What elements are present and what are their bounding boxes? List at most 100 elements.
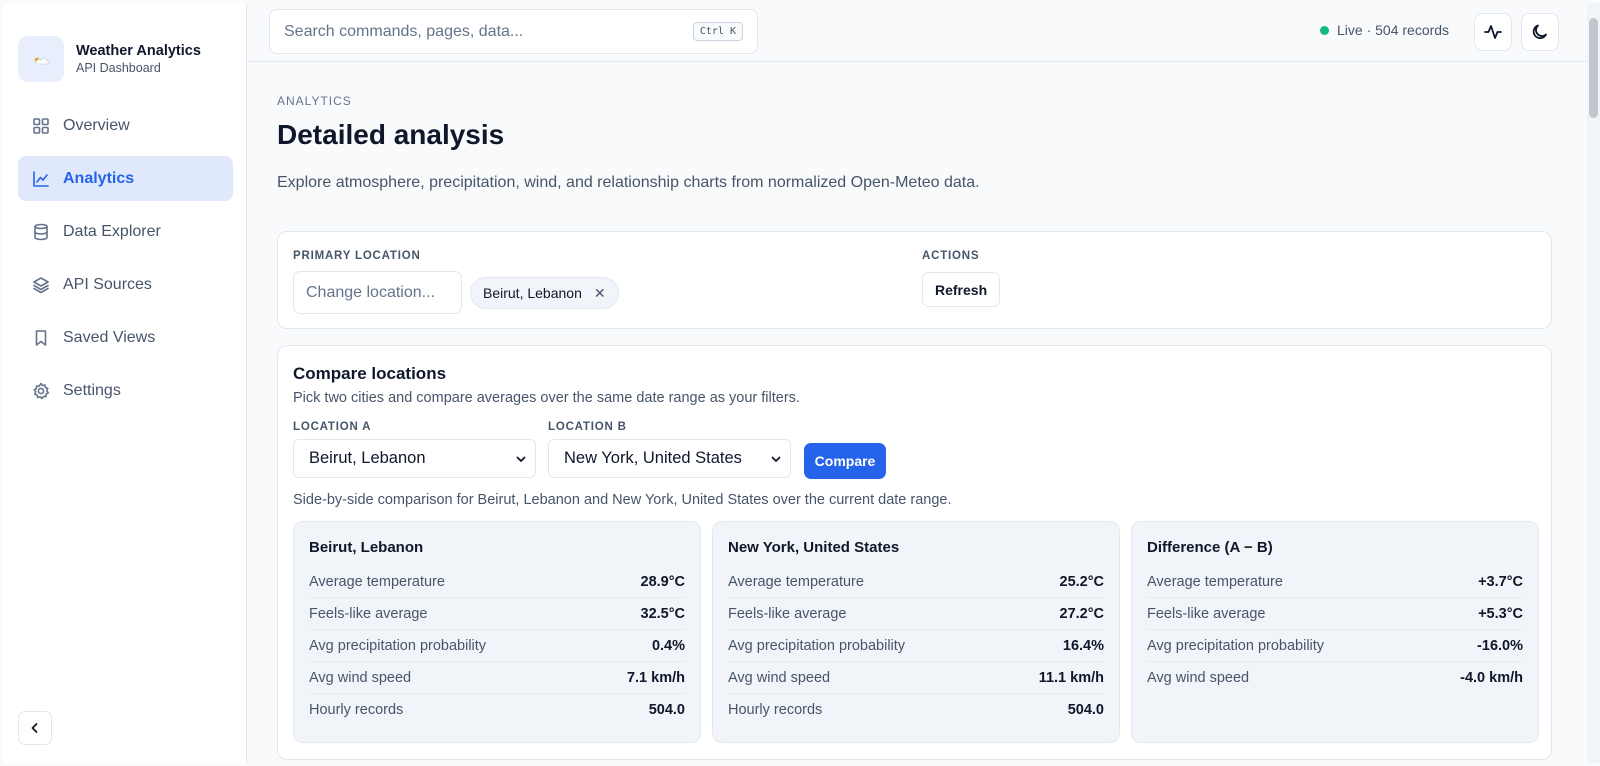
stat-row: Average temperature +3.7°C: [1147, 566, 1523, 598]
page-title: Detailed analysis: [277, 119, 505, 150]
stat-row: Avg precipitation probability 0.4%: [309, 630, 685, 662]
sidebar-item-api-sources[interactable]: API Sources: [18, 262, 233, 307]
sidebar-item-data-explorer[interactable]: Data Explorer: [18, 209, 233, 254]
stat-row: Average temperature 25.2°C: [728, 566, 1104, 598]
sidebar-item-label: Settings: [63, 381, 121, 399]
location-a-value: Beirut, Lebanon: [309, 449, 426, 467]
primary-location-label: PRIMARY LOCATION: [293, 250, 421, 262]
sidebar-item-label: Saved Views: [63, 328, 156, 346]
stat-label: Feels-like average: [728, 605, 847, 622]
stat-value: 28.9°C: [640, 573, 686, 590]
stat-row: Hourly records 504.0: [728, 694, 1104, 726]
stat-card-title: Beirut, Lebanon: [309, 539, 424, 556]
stat-label: Avg wind speed: [728, 669, 831, 686]
activity-button[interactable]: [1474, 13, 1512, 51]
stat-value: 32.5°C: [640, 605, 686, 622]
stat-value: +3.7°C: [1478, 573, 1523, 590]
brand-title: Weather Analytics: [76, 43, 201, 59]
brand-subtitle: API Dashboard: [76, 61, 161, 75]
stat-card-title: New York, United States: [728, 539, 900, 556]
stat-label: Avg precipitation probability: [1147, 637, 1325, 654]
shortcut-hint: Ctrl K: [692, 22, 743, 41]
database-icon: [34, 223, 48, 240]
grid-icon: [33, 117, 49, 134]
stat-value: +5.3°C: [1478, 605, 1523, 622]
stat-row: Avg wind speed 7.1 km/h: [309, 662, 685, 694]
topbar: Search commands, pages, data... Ctrl K L…: [247, 3, 1587, 62]
layers-icon: [33, 276, 49, 293]
location-b-stats: New York, United States Average temperat…: [712, 521, 1120, 743]
sidebar-item-label: Analytics: [63, 169, 135, 187]
stat-label: Hourly records: [309, 702, 404, 718]
location-b-select[interactable]: New York, United States: [548, 439, 791, 478]
compare-summary: Side-by-side comparison for Beirut, Leba…: [293, 492, 952, 508]
stat-label: Avg precipitation probability: [728, 637, 906, 654]
location-a-select[interactable]: Beirut, Lebanon: [293, 439, 536, 478]
change-location-input[interactable]: Change location...: [293, 271, 462, 314]
search-input[interactable]: Search commands, pages, data... Ctrl K: [269, 9, 758, 54]
sidebar-item-label: API Sources: [63, 275, 152, 293]
chevron-down-icon: [771, 456, 781, 462]
change-location-placeholder: Change location...: [306, 283, 435, 301]
stat-value: 27.2°C: [1059, 605, 1105, 622]
activity-icon: [1484, 25, 1502, 39]
stat-row: Avg wind speed 11.1 km/h: [728, 662, 1104, 694]
stat-value: -4.0 km/h: [1460, 670, 1523, 686]
stat-value: 25.2°C: [1059, 573, 1105, 590]
stat-label: Avg precipitation probability: [309, 637, 487, 654]
stat-value: -16.0%: [1477, 637, 1523, 654]
scrollbar-thumb[interactable]: [1589, 18, 1598, 118]
live-status: Live · 504 records: [1320, 22, 1449, 38]
refresh-button[interactable]: Refresh: [922, 272, 1001, 307]
stat-row: Hourly records 504.0: [309, 694, 685, 726]
chevron-left-icon: [31, 723, 38, 733]
stat-label: Average temperature: [309, 573, 445, 590]
stat-label: Hourly records: [728, 702, 823, 718]
stat-card-title: Difference (A − B): [1147, 539, 1273, 556]
search-placeholder: Search commands, pages, data...: [284, 22, 524, 40]
stat-label: Feels-like average: [1147, 605, 1266, 622]
stat-row: Feels-like average +5.3°C: [1147, 598, 1523, 630]
stat-label: Avg wind speed: [1147, 670, 1250, 686]
page-eyebrow: ANALYTICS: [277, 94, 352, 108]
stat-label: Feels-like average: [309, 605, 428, 622]
sidebar-nav: Overview Analytics Data Explorer API Sou…: [18, 103, 233, 421]
stat-row: Avg precipitation probability 16.4%: [728, 630, 1104, 662]
filters-card: PRIMARY LOCATION Change location... Beir…: [277, 231, 1552, 329]
collapse-sidebar-button[interactable]: [18, 711, 52, 745]
chevron-down-icon: [516, 456, 526, 462]
stat-label: Average temperature: [1147, 573, 1283, 590]
location-a-label: LOCATION A: [293, 421, 372, 433]
actions-label: ACTIONS: [922, 250, 980, 262]
stat-value: 7.1 km/h: [626, 669, 685, 686]
sidebar-item-settings[interactable]: Settings: [18, 368, 233, 413]
sidebar-item-label: Data Explorer: [63, 222, 161, 240]
location-chip-label: Beirut, Lebanon: [483, 285, 582, 301]
sidebar-item-analytics[interactable]: Analytics: [18, 156, 233, 201]
difference-stats: Difference (A − B) Average temperature +3…: [1131, 521, 1539, 743]
stat-row: Average temperature 28.9°C: [309, 566, 685, 598]
stat-row: Feels-like average 32.5°C: [309, 598, 685, 630]
remove-location-icon[interactable]: ✕: [594, 285, 606, 302]
brand[interactable]: Weather Analytics API Dashboard: [18, 36, 201, 82]
location-b-label: LOCATION B: [548, 421, 627, 433]
compare-button[interactable]: Compare: [804, 443, 886, 479]
theme-toggle-button[interactable]: [1521, 13, 1559, 51]
stat-label: Average temperature: [728, 573, 864, 590]
stat-row: Avg wind speed -4.0 km/h: [1147, 662, 1523, 694]
gear-icon: [33, 382, 50, 399]
stat-value: 16.4%: [1062, 637, 1104, 654]
stat-row: Feels-like average 27.2°C: [728, 598, 1104, 630]
sidebar-item-saved-views[interactable]: Saved Views: [18, 315, 233, 360]
sidebar-item-overview[interactable]: Overview: [18, 103, 233, 148]
stat-value: 0.4%: [651, 637, 685, 654]
cloud-icon: [18, 36, 64, 82]
bookmark-icon: [35, 329, 47, 346]
location-chip[interactable]: Beirut, Lebanon ✕: [470, 277, 619, 309]
compare-title: Compare locations: [293, 364, 447, 383]
page-description: Explore atmosphere, precipitation, wind,…: [277, 174, 980, 191]
stat-value: 504.0: [1067, 702, 1104, 718]
scrollbar[interactable]: [1587, 3, 1600, 763]
location-b-value: New York, United States: [564, 449, 742, 467]
sidebar: Weather Analytics API Dashboard Overview…: [3, 3, 247, 763]
